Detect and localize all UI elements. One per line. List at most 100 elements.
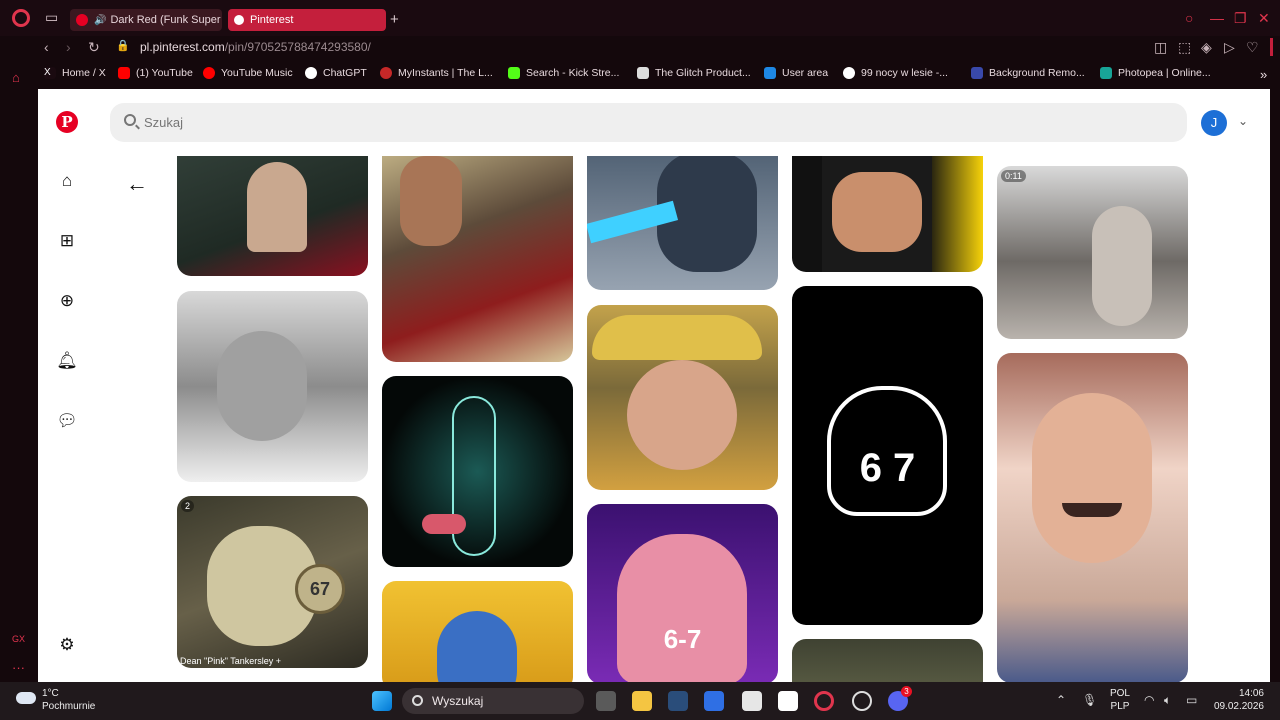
more-icon[interactable]: ···	[12, 660, 25, 675]
notifications-icon[interactable]: 🔔︎	[55, 351, 79, 375]
search-label: Wyszukaj	[432, 694, 484, 708]
pin-card[interactable]	[177, 291, 368, 482]
search-input[interactable]	[144, 103, 1044, 142]
roblox-icon[interactable]	[704, 691, 724, 711]
sidebar-icon[interactable]: ⌂	[12, 70, 20, 85]
pin-image	[1092, 206, 1152, 326]
close-button[interactable]: ✕	[1258, 10, 1270, 27]
bookmark-item[interactable]: (1) YouTube	[118, 67, 193, 79]
pin-card[interactable]	[792, 156, 983, 272]
opera-logo-icon[interactable]	[12, 9, 30, 27]
tab-dark-red[interactable]: 🔊 Dark Red (Funk Super	[70, 9, 222, 31]
url-field[interactable]: pl.pinterest.com/pin/970525788474293580/	[140, 40, 371, 54]
bookmark-item[interactable]: 99 nocy w lesie -...	[843, 67, 948, 79]
bookmark-item[interactable]: Background Remo...	[971, 67, 1085, 79]
wifi-icon[interactable]: ◠	[1144, 693, 1154, 707]
url-path: /pin/970525788474293580/	[224, 40, 371, 54]
create-icon[interactable]: ⊕	[55, 291, 79, 315]
pin-image	[400, 156, 462, 246]
bookmarks-bar: X Home / X (1) YouTube YouTube Music Chat…	[38, 63, 1280, 85]
task-view-icon[interactable]	[596, 691, 616, 711]
pin-card[interactable]	[997, 353, 1188, 682]
davinci-resolve-icon[interactable]	[668, 691, 688, 711]
weather-temp: 1°C	[42, 688, 59, 699]
bookmark-label: Background Remo...	[989, 67, 1085, 79]
pin-card[interactable]: 6-7	[587, 504, 778, 682]
chevron-up-icon[interactable]: ⌃	[1056, 693, 1066, 707]
google-icon	[843, 67, 855, 79]
notepad-icon[interactable]	[778, 691, 798, 711]
bookmark-item[interactable]: Photopea | Online...	[1100, 67, 1211, 79]
bookmark-item[interactable]: ChatGPT	[305, 67, 367, 79]
start-button[interactable]	[372, 691, 392, 711]
forward-button[interactable]: ›	[66, 39, 71, 55]
maximize-button[interactable]: ❐	[1234, 10, 1247, 27]
microphone-icon[interactable]: 🎙︎	[1082, 693, 1097, 707]
bookmarks-overflow-icon[interactable]: »	[1260, 67, 1267, 82]
browser-window: ⌂ GX ··· ▭ 🔊 Dark Red (Funk Super Pinter…	[0, 0, 1280, 682]
discord-icon[interactable]: 3	[888, 686, 912, 711]
pin-image	[437, 611, 517, 682]
back-arrow-icon[interactable]: ←	[126, 171, 148, 197]
pin-card[interactable]	[177, 156, 368, 276]
audio-playing-icon[interactable]: 🔊	[94, 15, 106, 26]
chevron-down-icon[interactable]: ⌄	[1238, 114, 1248, 128]
bookmark-item[interactable]: Search - Kick Stre...	[508, 67, 619, 79]
pinterest-logo-icon[interactable]: P	[56, 111, 78, 133]
opera-gx-icon[interactable]	[814, 691, 834, 711]
search-tabs-icon[interactable]: ○	[1185, 10, 1193, 26]
weather-widget[interactable]: 1°C Pochmurnie	[42, 687, 95, 713]
pin-card[interactable]	[587, 305, 778, 490]
clock[interactable]: 14:06 09.02.2026	[1212, 687, 1264, 713]
pinterest-page: P J ⌄ ⌂ ⊞ ⊕ 🔔︎ 💬︎ ⚙ ← 67 2 Dean "Pink"	[38, 89, 1270, 682]
pin-card[interactable]	[382, 581, 573, 682]
minimize-button[interactable]: —	[1210, 10, 1224, 26]
reload-icon[interactable]: ↻	[88, 39, 100, 56]
heart-icon[interactable]: ♡	[1246, 39, 1259, 56]
notification-badge: 3	[901, 686, 912, 697]
pin-card[interactable]	[382, 376, 573, 567]
search-icon	[124, 114, 136, 126]
settings-icon[interactable]: ⚙	[55, 635, 79, 659]
gx-icon[interactable]: GX	[12, 634, 25, 644]
opera-sidebar: ⌂ GX ···	[0, 0, 38, 682]
bookmark-item[interactable]: MyInstants | The L...	[380, 67, 493, 79]
pin-card[interactable]	[792, 639, 983, 682]
camera-icon[interactable]: ◫	[1154, 39, 1167, 56]
search-bar[interactable]	[110, 103, 1187, 142]
tab-pinterest[interactable]: Pinterest	[228, 9, 386, 31]
chatgpt-icon	[305, 67, 317, 79]
taskbar-search[interactable]: Wyszukaj	[402, 688, 584, 714]
file-explorer-icon[interactable]	[632, 691, 652, 711]
steam-icon[interactable]	[852, 691, 872, 711]
pin-card[interactable]	[587, 156, 778, 290]
bookmark-label: Search - Kick Stre...	[526, 67, 620, 79]
lock-icon[interactable]: 🔒	[116, 39, 130, 52]
player-icon[interactable]: ▷	[1224, 39, 1235, 56]
explore-icon[interactable]: ⊞	[55, 231, 79, 255]
bookmark-item[interactable]: X Home / X	[44, 67, 106, 79]
workspace-icon[interactable]: ▭	[45, 9, 58, 26]
bookmark-item[interactable]: The Glitch Product...	[637, 67, 751, 79]
home-icon[interactable]: ⌂	[55, 171, 79, 195]
easy-setup-icon[interactable]	[1270, 38, 1273, 56]
new-tab-button[interactable]: +	[390, 11, 399, 28]
back-button[interactable]: ‹	[44, 39, 49, 55]
pin-card[interactable]	[382, 156, 573, 362]
pin-image-detail	[832, 172, 922, 252]
pin-card[interactable]: 0:11	[997, 166, 1188, 339]
capcut-icon[interactable]	[742, 691, 762, 711]
bookmark-item[interactable]: User area	[764, 67, 828, 79]
weather-icon[interactable]	[16, 692, 36, 704]
vpn-icon[interactable]: ◈	[1201, 39, 1212, 56]
messages-icon[interactable]: 💬︎	[55, 411, 79, 435]
battery-icon[interactable]: ▭	[1186, 693, 1197, 707]
language-indicator[interactable]: POL PLP	[1108, 687, 1132, 713]
bookmark-item[interactable]: YouTube Music	[203, 67, 293, 79]
avatar[interactable]: J	[1201, 110, 1227, 136]
pin-caption: Dean "Pink" Tankersley +	[180, 656, 282, 666]
snapshot-icon[interactable]: ⬚	[1178, 39, 1191, 56]
pin-card[interactable]: 6 7	[792, 286, 983, 625]
volume-icon[interactable]: 🔈︎	[1164, 693, 1171, 708]
pin-card[interactable]: 67 2 Dean "Pink" Tankersley +	[177, 496, 368, 668]
